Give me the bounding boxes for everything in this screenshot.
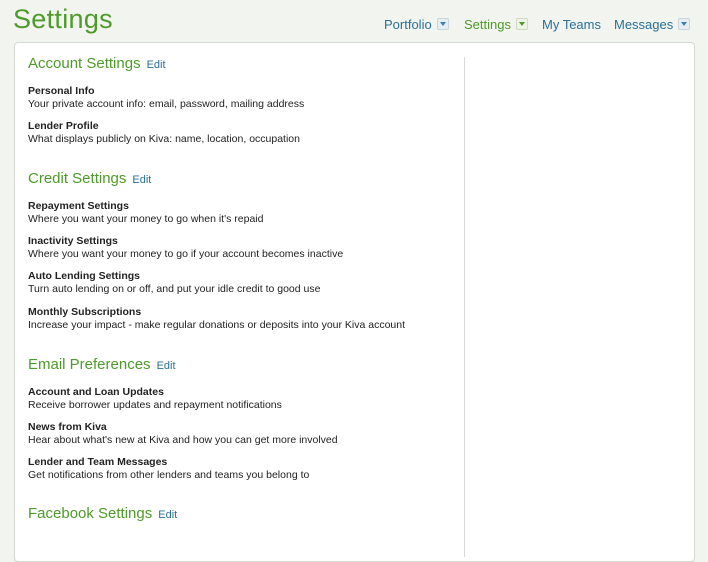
item-title: Monthly Subscriptions [28, 306, 142, 318]
account-settings-heading: Account Settings Edit [28, 55, 166, 72]
column-divider [464, 57, 465, 557]
nav-settings-label: Settings [464, 17, 511, 32]
list-item[interactable]: Personal Info Your private account info:… [28, 85, 304, 110]
chevron-down-icon[interactable] [678, 18, 691, 30]
item-description: Hear about what's new at Kiva and how yo… [28, 434, 338, 446]
list-item[interactable]: Repayment Settings Where you want your m… [28, 200, 263, 225]
item-description: Turn auto lending on or off, and put you… [28, 283, 321, 295]
item-description: Increase your impact - make regular dona… [28, 319, 406, 331]
item-title: Lender Profile [28, 120, 99, 132]
settings-panel: Account Settings Edit Personal Info Your … [14, 42, 695, 562]
account-settings-edit-link[interactable]: Edit [147, 59, 166, 71]
email-preferences-heading: Email Preferences Edit [28, 356, 176, 373]
nav-my-teams-label: My Teams [542, 17, 601, 32]
item-title: Auto Lending Settings [28, 270, 140, 282]
item-title: Account and Loan Updates [28, 386, 164, 398]
credit-settings-heading: Credit Settings Edit [28, 170, 151, 187]
list-item[interactable]: Inactivity Settings Where you want your … [28, 235, 343, 260]
item-description: Where you want your money to go if your … [28, 248, 344, 260]
list-item[interactable]: Lender Profile What displays publicly on… [28, 120, 300, 145]
item-description: What displays publicly on Kiva: name, lo… [28, 133, 300, 145]
nav-messages[interactable]: Messages [614, 17, 691, 32]
credit-settings-title: Credit Settings [28, 170, 127, 187]
page-title: Settings [13, 4, 113, 34]
chevron-down-icon[interactable] [436, 18, 449, 30]
list-item[interactable]: Lender and Team Messages Get notificatio… [28, 456, 309, 481]
item-description: Your private account info: email, passwo… [28, 98, 305, 110]
item-title: Repayment Settings [28, 200, 129, 212]
chevron-down-icon[interactable] [515, 18, 528, 30]
item-title: Lender and Team Messages [28, 456, 168, 468]
nav-settings[interactable]: Settings [464, 17, 528, 32]
account-settings-title: Account Settings [28, 55, 141, 72]
email-preferences-title: Email Preferences [28, 356, 151, 373]
list-item[interactable]: News from Kiva Hear about what's new at … [28, 421, 338, 446]
nav-messages-label: Messages [614, 17, 674, 32]
facebook-settings-title: Facebook Settings [28, 505, 153, 522]
list-item[interactable]: Account and Loan Updates Receive borrowe… [28, 386, 282, 411]
item-title: News from Kiva [28, 421, 107, 433]
email-preferences-edit-link[interactable]: Edit [157, 360, 176, 372]
item-description: Get notifications from other lenders and… [28, 469, 310, 481]
item-title: Inactivity Settings [28, 235, 118, 247]
list-item[interactable]: Monthly Subscriptions Increase your impa… [28, 306, 405, 331]
item-title: Personal Info [28, 85, 95, 97]
nav-portfolio-label: Portfolio [384, 17, 432, 32]
facebook-settings-heading: Facebook Settings Edit [28, 505, 177, 522]
item-description: Receive borrower updates and repayment n… [28, 399, 282, 411]
facebook-settings-edit-link[interactable]: Edit [158, 509, 177, 521]
list-item[interactable]: Auto Lending Settings Turn auto lending … [28, 270, 320, 295]
nav-portfolio[interactable]: Portfolio [384, 17, 449, 32]
credit-settings-edit-link[interactable]: Edit [132, 174, 151, 186]
item-description: Where you want your money to go when it'… [28, 213, 264, 225]
nav-my-teams[interactable]: My Teams [542, 17, 601, 32]
